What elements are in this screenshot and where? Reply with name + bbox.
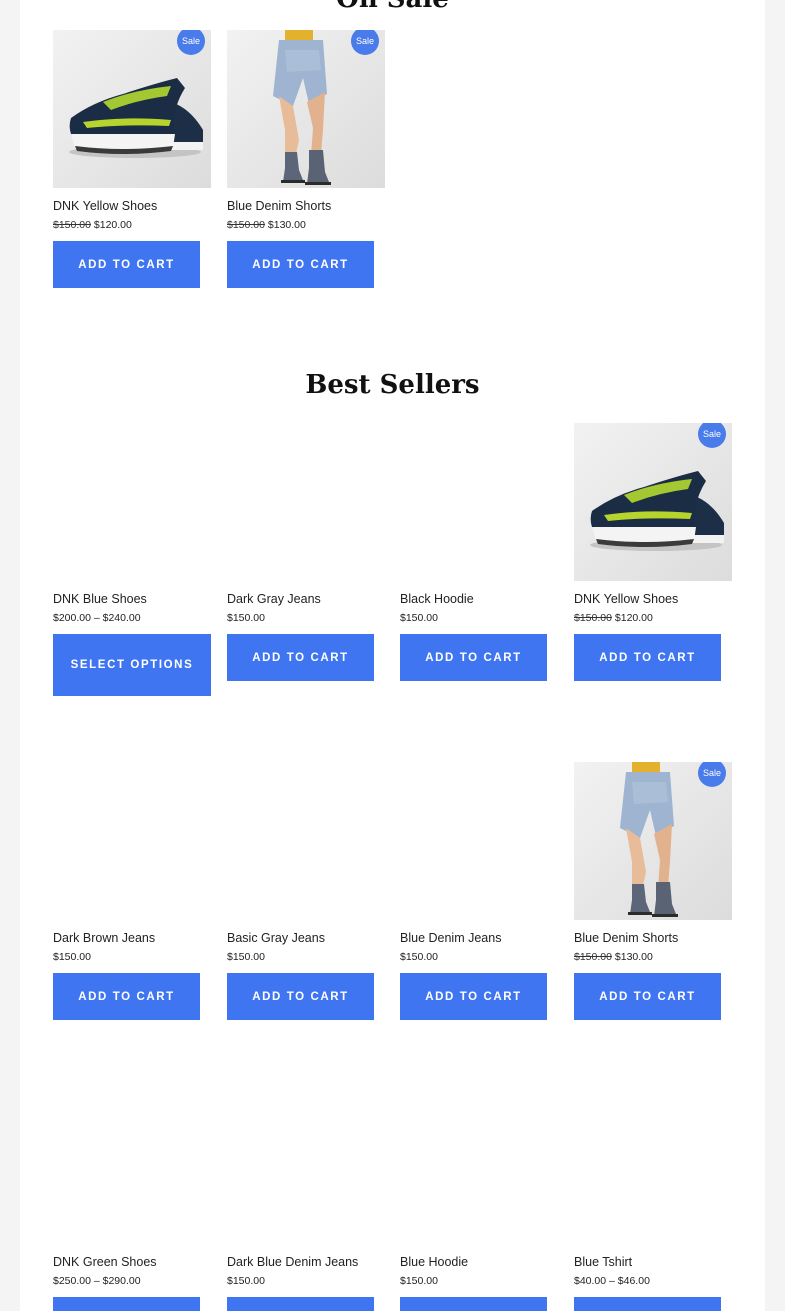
product-price: $150.00 $120.00	[53, 219, 211, 231]
product-name[interactable]: Blue Hoodie	[400, 1255, 558, 1269]
current-price: $150.00	[53, 951, 91, 963]
product-image[interactable]	[227, 423, 385, 581]
add-to-cart-button[interactable]: ADD TO CART	[574, 973, 721, 1020]
product-card: Sale DNK Yellow Shoes $150.00 $120.00 ADD T…	[574, 423, 732, 681]
on-sale-heading: On Sale	[20, 0, 765, 14]
current-price: $120.00	[614, 612, 653, 624]
add-to-cart-button[interactable]	[574, 1297, 721, 1311]
product-name[interactable]: DNK Yellow Shoes	[574, 592, 732, 606]
product-price: $150.00	[400, 612, 558, 624]
product-price: $250.00 – $290.00	[53, 1275, 211, 1287]
product-name[interactable]: DNK Blue Shoes	[53, 592, 211, 606]
old-price: $150.00	[227, 219, 265, 231]
product-image[interactable]	[400, 1086, 558, 1244]
product-card: Dark Brown Jeans $150.00 ADD TO CART	[53, 762, 211, 1020]
product-price: $150.00 $120.00	[574, 612, 732, 624]
product-name[interactable]: Dark Blue Denim Jeans	[227, 1255, 385, 1269]
product-card: Blue Denim Jeans $150.00 ADD TO CART	[400, 762, 558, 1020]
current-price: $130.00	[614, 951, 653, 963]
product-name[interactable]: DNK Yellow Shoes	[53, 199, 211, 213]
product-price: $150.00	[400, 951, 558, 963]
add-to-cart-button[interactable]: ADD TO CART	[227, 634, 374, 681]
product-image[interactable]	[400, 762, 558, 920]
product-image[interactable]	[53, 1086, 211, 1244]
product-image[interactable]: Sale	[574, 762, 732, 920]
product-name[interactable]: Basic Gray Jeans	[227, 931, 385, 945]
product-card: Sale Blue Denim Shorts $150.00 $130.00 ADD …	[574, 762, 732, 1020]
product-image[interactable]	[227, 1086, 385, 1244]
add-to-cart-button[interactable]	[400, 1297, 547, 1311]
product-name[interactable]: Blue Denim Shorts	[227, 199, 385, 213]
product-image[interactable]: Sale	[53, 30, 211, 188]
product-name[interactable]: Dark Brown Jeans	[53, 931, 211, 945]
select-options-button[interactable]: SELECT OPTIONS	[53, 634, 211, 696]
current-price: $200.00 – $240.00	[53, 612, 141, 624]
product-price: $150.00	[400, 1275, 558, 1287]
product-price: $40.00 – $46.00	[574, 1275, 732, 1287]
product-price: $200.00 – $240.00	[53, 612, 211, 624]
current-price: $250.00 – $290.00	[53, 1275, 141, 1287]
product-card: Dark Blue Denim Jeans $150.00	[227, 1086, 385, 1311]
product-card: Basic Gray Jeans $150.00 ADD TO CART	[227, 762, 385, 1020]
product-card: Blue Tshirt $40.00 – $46.00	[574, 1086, 732, 1311]
product-price: $150.00 $130.00	[574, 951, 732, 963]
product-card: Black Hoodie $150.00 ADD TO CART	[400, 423, 558, 681]
product-price: $150.00	[227, 612, 385, 624]
add-to-cart-button[interactable]: ADD TO CART	[574, 634, 721, 681]
add-to-cart-button[interactable]: ADD TO CART	[53, 241, 200, 288]
current-price: $150.00	[400, 612, 438, 624]
product-image[interactable]	[53, 423, 211, 581]
product-price: $150.00	[227, 1275, 385, 1287]
old-price: $150.00	[574, 612, 612, 624]
best-sellers-heading: Best Sellers	[305, 370, 480, 400]
product-name[interactable]: Blue Denim Shorts	[574, 931, 732, 945]
product-card: Dark Gray Jeans $150.00 ADD TO CART	[227, 423, 385, 681]
product-card: DNK Green Shoes $250.00 – $290.00	[53, 1086, 211, 1311]
product-price: $150.00 $130.00	[227, 219, 385, 231]
current-price: $150.00	[400, 951, 438, 963]
current-price: $150.00	[400, 1275, 438, 1287]
add-to-cart-button[interactable]: ADD TO CART	[227, 241, 374, 288]
add-to-cart-button[interactable]: ADD TO CART	[400, 634, 547, 681]
product-name[interactable]: Black Hoodie	[400, 592, 558, 606]
product-card: Sale Blue Denim Shorts $150.00 $130.00 ADD …	[227, 30, 385, 288]
product-name[interactable]: DNK Green Shoes	[53, 1255, 211, 1269]
product-image[interactable]	[227, 762, 385, 920]
current-price: $120.00	[93, 219, 132, 231]
add-to-cart-button[interactable]	[53, 1297, 200, 1311]
product-image[interactable]	[53, 762, 211, 920]
product-card: Blue Hoodie $150.00	[400, 1086, 558, 1311]
current-price: $150.00	[227, 1275, 265, 1287]
product-image[interactable]: Sale	[227, 30, 385, 188]
add-to-cart-button[interactable]: ADD TO CART	[53, 973, 200, 1020]
product-name[interactable]: Blue Tshirt	[574, 1255, 732, 1269]
product-image[interactable]	[400, 423, 558, 581]
old-price: $150.00	[574, 951, 612, 963]
current-price: $130.00	[267, 219, 306, 231]
product-price: $150.00	[227, 951, 385, 963]
add-to-cart-button[interactable]	[227, 1297, 374, 1311]
old-price: $150.00	[53, 219, 91, 231]
product-image[interactable]	[574, 1086, 732, 1244]
product-image[interactable]: Sale	[574, 423, 732, 581]
page-content: On Sale Sale DNK Yellow Shoes $150.00 $120…	[20, 0, 765, 1311]
product-name[interactable]: Blue Denim Jeans	[400, 931, 558, 945]
product-name[interactable]: Dark Gray Jeans	[227, 592, 385, 606]
current-price: $150.00	[227, 612, 265, 624]
product-price: $150.00	[53, 951, 211, 963]
add-to-cart-button[interactable]: ADD TO CART	[400, 973, 547, 1020]
product-card: DNK Blue Shoes $200.00 – $240.00 SELECT OP…	[53, 423, 211, 696]
current-price: $40.00 – $46.00	[574, 1275, 650, 1287]
product-card: Sale DNK Yellow Shoes $150.00 $120.00 ADD T…	[53, 30, 211, 288]
current-price: $150.00	[227, 951, 265, 963]
add-to-cart-button[interactable]: ADD TO CART	[227, 973, 374, 1020]
